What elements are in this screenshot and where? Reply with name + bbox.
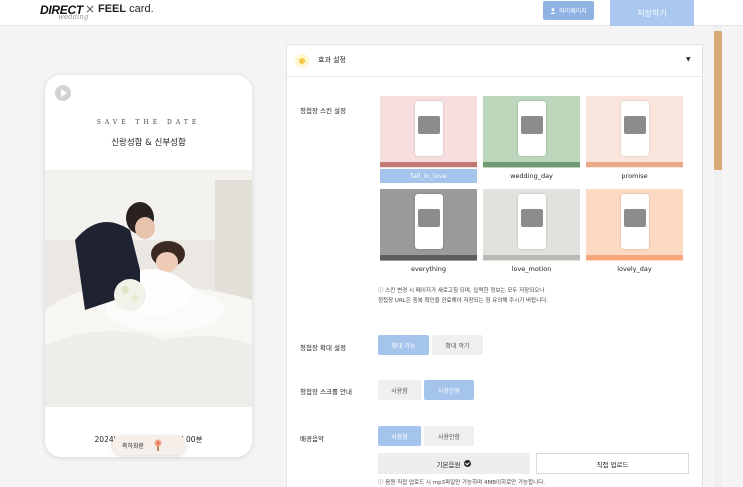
bgm-upload-button[interactable]: 직접 업로드 [536,453,689,474]
brand-logo-sub: wedding [58,13,89,21]
bgm-nouse-button[interactable]: 사용안함 [424,426,474,446]
skin-name-label: wedding_day [510,172,553,180]
congrats-wreath-button[interactable]: 축하화환 [112,435,186,455]
skin-option-love-motion[interactable]: love_motion [483,189,580,277]
zoom-enable-button[interactable]: 확대 가능 [378,335,429,355]
scrollbar-thumb[interactable] [714,31,722,170]
skin-color-strip [586,162,683,167]
zoom-setting-label: 청첩장 확대 설정 [300,344,346,352]
brand-separator: × [85,2,96,16]
play-icon[interactable] [55,85,71,101]
panel-header[interactable]: 효과 설정 ▼ [287,45,702,77]
bgm-use-button[interactable]: 사용함 [378,426,421,446]
top-bar: DIRECT wedding × FEEL card. 마이페이지 저장하기 [0,0,743,26]
skin-color-strip [380,162,477,167]
skin-name-label: promise [621,172,648,180]
bgm-label: 배경음악 [300,435,324,443]
skin-option-everything[interactable]: everything [380,189,477,277]
save-button[interactable]: 저장하기 [610,0,694,26]
wedding-photo [45,170,252,407]
skin-card-preview [415,101,443,156]
mypage-label: 마이페이지 [559,8,587,15]
skin-name-label: fall_in_love [380,169,477,183]
skin-color-strip [483,162,580,167]
scroll-guide-nouse-button[interactable]: 사용안함 [424,380,474,400]
skin-name-label: everything [410,265,447,273]
save-the-date-text: SAVE THE DATE [96,119,201,126]
skin-option-lovely-day[interactable]: lovely_day [586,189,683,277]
skin-name-label: lovely_day [617,265,652,273]
skin-option-wedding-day[interactable]: wedding_day [483,96,580,184]
check-circle-icon [464,460,472,467]
caret-down-icon[interactable]: ▼ [686,56,691,63]
skin-note: ⓘ 스킨 변경 시 페이지가 새로고침 되며, 입력한 정보는 모두 저장되오나… [378,288,549,304]
skin-color-strip [483,255,580,260]
scroll-guide-label: 청첩장 스크롤 안내 [300,388,352,396]
bgm-note: ⓘ 음원 직접 업로드 시 mp3파일만 가능하며 4MB이하로만 가능합니다. [378,480,546,486]
skin-card-preview [621,101,649,156]
user-icon [550,7,556,14]
skin-card-preview [621,194,649,249]
zoom-disable-button[interactable]: 확대 막기 [432,335,483,355]
skin-setting-label: 청첩장 스킨 설정 [300,107,346,115]
skin-thumbnail [483,96,580,168]
skin-thumbnail [380,189,477,261]
skin-thumbnail [380,96,477,168]
bgm-basic-label: 기본음원 [436,460,461,469]
skin-card-preview [518,101,546,156]
mypage-button[interactable]: 마이페이지 [543,1,594,20]
bgm-basic-button[interactable]: 기본음원 [378,453,530,474]
skin-card-preview [518,194,546,249]
skin-option-fall-in-love[interactable]: fall_in_love [380,96,477,184]
effect-settings-panel: 효과 설정 ▼ 청첩장 스킨 설정 fall_in_love wedding_da… [286,44,703,487]
skin-option-promise[interactable]: promise [586,96,683,184]
partner-logo: FEEL card. [98,3,154,15]
sun-icon [295,54,309,68]
couple-names: 신랑성함 & 신부성함 [111,138,186,148]
skin-name-label: love_motion [511,265,552,273]
scroll-guide-use-button[interactable]: 사용함 [378,380,421,400]
skin-color-strip [380,255,477,260]
skin-thumbnail [586,96,683,168]
invitation-preview: SAVE THE DATE 신랑성함 & 신부성함 2024년 1월 1일 오후… [45,75,252,457]
flower-wreath-icon [154,439,162,451]
congrats-label: 축하화환 [122,442,145,450]
skin-thumbnail [483,189,580,261]
skin-card-preview [415,194,443,249]
skin-color-strip [586,255,683,260]
skin-thumbnail [586,189,683,261]
panel-title: 효과 설정 [318,56,346,64]
